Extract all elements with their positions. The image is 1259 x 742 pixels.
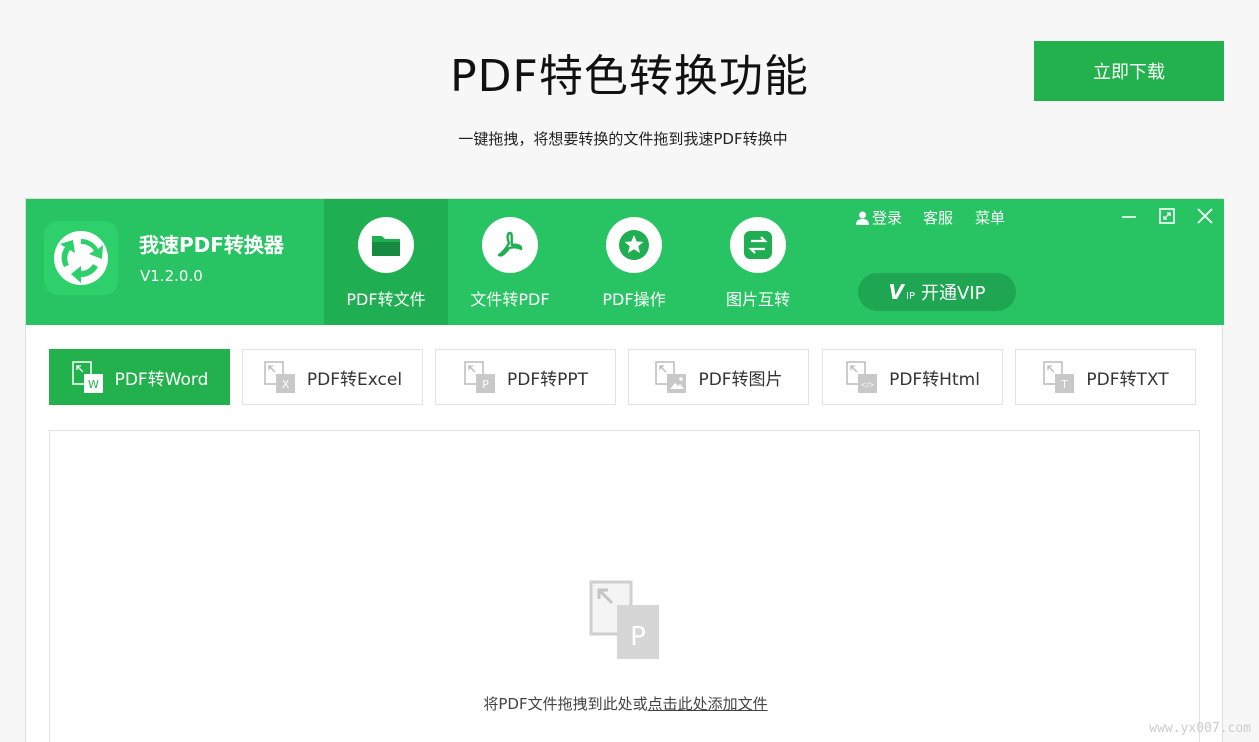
page-subtitle: 一键拖拽，将想要转换的文件拖到我速PDF转换中: [458, 130, 788, 148]
subtab-pdf-to-word[interactable]: W PDF转Word: [49, 349, 230, 405]
maximize-icon[interactable]: [1156, 205, 1178, 227]
tab-label: PDF转文件: [346, 290, 426, 309]
word-file-icon: W: [71, 361, 103, 393]
subtab-label: PDF转TXT: [1086, 369, 1169, 390]
pdf-icon: [497, 231, 523, 257]
drop-badge: P: [630, 622, 646, 652]
subtab-label: PDF转Excel: [306, 369, 403, 390]
subtab-pdf-to-txt[interactable]: T PDF转TXT: [1015, 349, 1196, 405]
watermark: www.yx007.com: [1149, 721, 1251, 736]
subtab-pdf-to-excel[interactable]: X PDF转Excel: [242, 349, 423, 405]
drop-file-icon: P: [589, 580, 659, 659]
folder-icon: [372, 236, 400, 256]
service-link[interactable]: 客服: [923, 207, 953, 228]
menu-link[interactable]: 菜单: [975, 207, 1005, 228]
vip-button[interactable]: V IP 开通VIP: [858, 273, 1016, 311]
tab-icon-circle: [358, 217, 414, 273]
html-file-icon: </>: [846, 361, 878, 393]
login-link[interactable]: 登录: [856, 207, 902, 228]
app-logo: [44, 221, 118, 295]
download-button[interactable]: 立即下载: [1034, 41, 1224, 101]
subtab-badge: X: [282, 378, 290, 391]
drop-instructions: 将PDF文件拖拽到此处或点击此处添加文件: [50, 693, 1201, 714]
txt-file-icon: T: [1043, 361, 1075, 393]
close-icon[interactable]: [1194, 205, 1216, 227]
tab-label: PDF操作: [602, 290, 666, 309]
tab-image-convert[interactable]: 图片互转: [696, 199, 820, 325]
subtab-label: PDF转图片: [698, 369, 783, 390]
subtab-label: PDF转Html: [889, 369, 980, 390]
user-icon: [856, 211, 869, 225]
subtab-pdf-to-html[interactable]: </> PDF转Html: [822, 349, 1003, 405]
subtab-badge: W: [88, 378, 99, 391]
file-drop-zone[interactable]: P 将PDF文件拖拽到此处或点击此处添加文件: [49, 430, 1200, 742]
tab-icon-circle: [482, 217, 538, 273]
app-window: 我速PDF转换器 V1.2.0.0 PDF转文件 文件转PDF PDF操作 图片…: [25, 198, 1224, 742]
vip-icon: V: [888, 280, 904, 304]
swap-icon: [744, 231, 772, 259]
tab-icon-circle: [730, 217, 786, 273]
drop-text-plain: 将PDF文件拖拽到此处或: [483, 695, 648, 713]
subtab-label: PDF转Word: [114, 369, 209, 390]
login-label: 登录: [872, 209, 903, 227]
minimize-icon[interactable]: [1118, 205, 1140, 227]
tab-pdf-to-file[interactable]: PDF转文件: [324, 199, 448, 325]
app-header: 我速PDF转换器 V1.2.0.0 PDF转文件 文件转PDF PDF操作 图片…: [26, 199, 1224, 325]
excel-file-icon: X: [264, 361, 295, 393]
tab-file-to-pdf[interactable]: 文件转PDF: [448, 199, 572, 325]
ppt-file-icon: P: [464, 361, 495, 393]
subtab-badge: </>: [861, 381, 875, 389]
tab-pdf-operations[interactable]: PDF操作: [572, 199, 696, 325]
tab-label: 文件转PDF: [470, 290, 550, 309]
tab-label: 图片互转: [725, 290, 790, 309]
subtab-pdf-to-ppt[interactable]: P PDF转PPT: [435, 349, 616, 405]
subtab-badge: P: [482, 378, 489, 391]
vip-badge: IP: [906, 290, 915, 302]
subtab-pdf-to-image[interactable]: PDF转图片: [628, 349, 809, 405]
add-file-link[interactable]: 点击此处添加文件: [648, 695, 768, 713]
app-version: V1.2.0.0: [140, 267, 203, 285]
subtab-badge: T: [1061, 378, 1069, 391]
recycle-icon: [54, 231, 108, 285]
star-icon: [619, 230, 649, 260]
subtab-label: PDF转PPT: [506, 369, 588, 390]
vip-label: 开通VIP: [920, 283, 986, 304]
app-name: 我速PDF转换器: [139, 233, 284, 257]
image-file-icon: [655, 361, 687, 393]
tab-icon-circle: [606, 217, 662, 273]
